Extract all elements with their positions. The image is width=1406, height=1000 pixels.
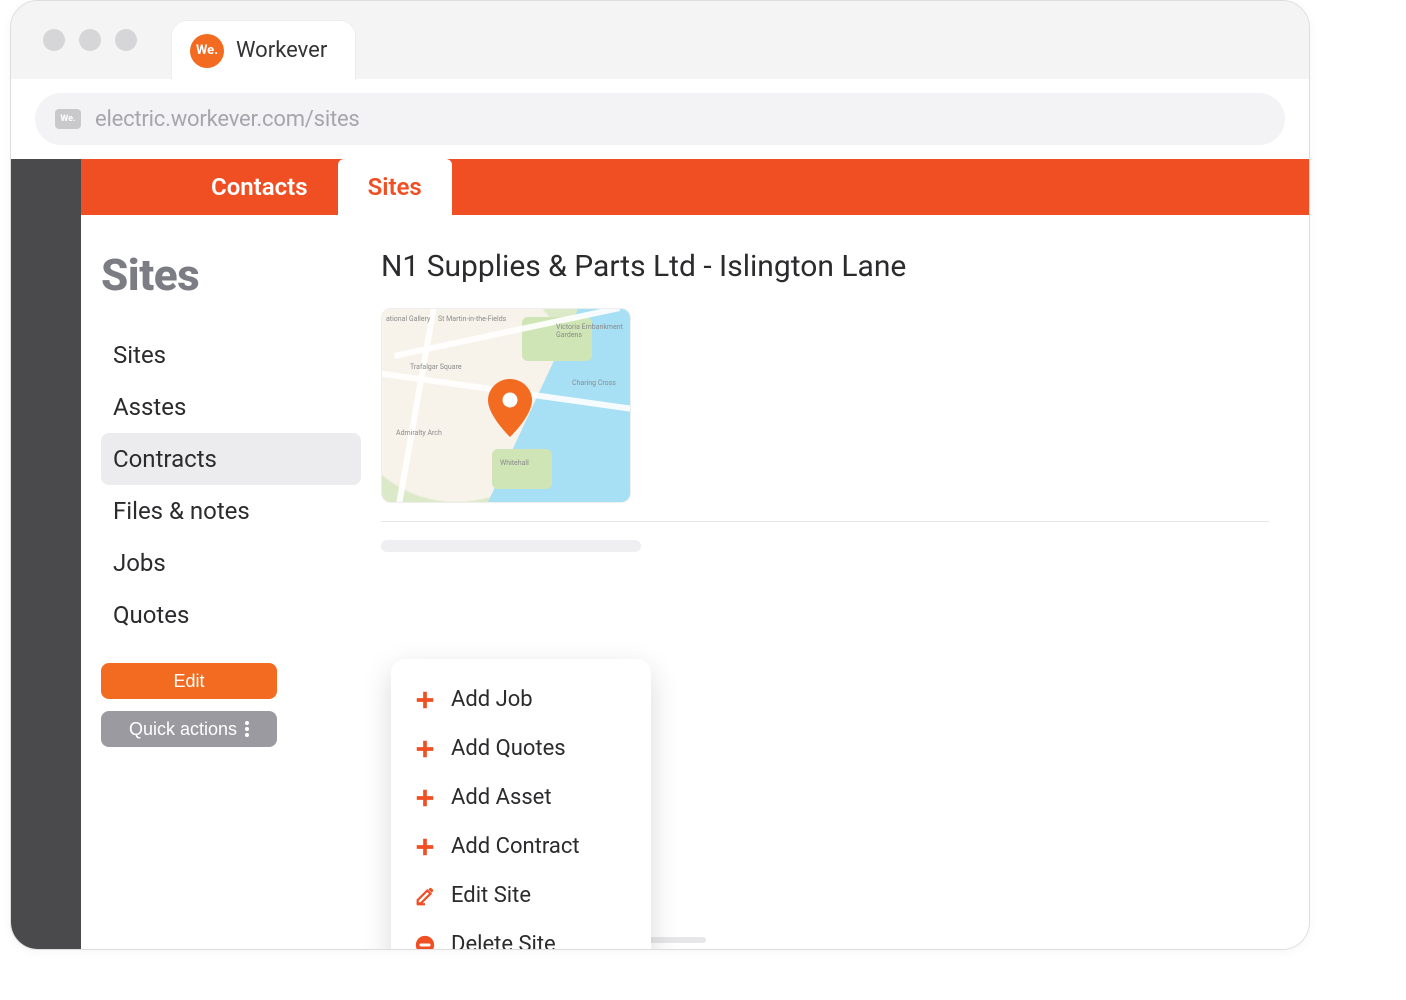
window-min-dot[interactable] (79, 29, 101, 51)
site-identity-text: We. (60, 114, 75, 124)
sidebar-item-jobs[interactable]: Jobs (101, 537, 361, 589)
plus-icon (413, 737, 437, 761)
edit-icon (413, 884, 437, 908)
section-heading: Sites (101, 249, 361, 301)
sidebar-item-quotes[interactable]: Quotes (101, 589, 361, 641)
map-label-admiralty: Admiralty Arch (396, 429, 442, 437)
menu-item-label: Add Asset (451, 785, 552, 810)
map-label-gardens: Victoria Embankment Gardens (556, 323, 630, 339)
sidebar-item-label: Asstes (113, 393, 186, 421)
plus-icon (413, 688, 437, 712)
menu-item-add-asset[interactable]: Add Asset (401, 773, 641, 822)
page-title: N1 Supplies & Parts Ltd - Islington Lane (381, 249, 1269, 284)
main-area: Contacts Sites Sites Sites Asstes Contra… (81, 159, 1309, 949)
app-shell: Contacts Sites Sites Sites Asstes Contra… (11, 159, 1309, 949)
site-map[interactable]: ational Gallery St Martin-in-the-Fields … (381, 308, 631, 503)
menu-item-add-contract[interactable]: Add Contract (401, 822, 641, 871)
map-label-charing: Charing Cross (572, 379, 616, 387)
map-pin-icon (488, 379, 532, 437)
menu-item-delete-site[interactable]: Delete Site (401, 920, 641, 950)
map-park (492, 449, 552, 489)
menu-item-add-quotes[interactable]: Add Quotes (401, 724, 641, 773)
left-rail (11, 159, 81, 949)
sidebar-item-label: Files & notes (113, 497, 250, 525)
content-placeholder-bar (381, 540, 641, 552)
menu-item-label: Delete Site (451, 932, 556, 950)
quick-actions-menu: Add Job Add Quotes Add Asset (391, 659, 651, 950)
tab-favicon: We. (190, 34, 224, 68)
sidebar-item-label: Jobs (113, 549, 166, 577)
menu-item-add-job[interactable]: Add Job (401, 675, 641, 724)
content-body: Sites Sites Asstes Contracts Files & not… (81, 215, 1309, 949)
map-road (392, 308, 438, 503)
tab-contacts[interactable]: Contacts (181, 159, 338, 215)
map-label-gallery: ational Gallery (386, 315, 430, 323)
kebab-icon (245, 721, 249, 737)
map-label-trafalgar: Trafalgar Square (410, 363, 462, 371)
map-label-stmartin: St Martin-in-the-Fields (438, 315, 506, 323)
sidebar-item-files-notes[interactable]: Files & notes (101, 485, 361, 537)
map-label-whitehall: Whitehall (500, 459, 529, 467)
sidebar-nav: Sites Asstes Contracts Files & notes Job… (101, 329, 361, 641)
quick-actions-label: Quick actions (129, 719, 237, 740)
sidebar-item-label: Contracts (113, 445, 217, 473)
top-ribbon: Contacts Sites (81, 159, 1309, 215)
tab-sites[interactable]: Sites (338, 159, 452, 215)
menu-item-label: Edit Site (451, 883, 531, 908)
edit-button-label: Edit (173, 671, 204, 692)
urlbar[interactable]: We. electric.workever.com/sites (35, 93, 1285, 145)
window-controls (25, 1, 137, 79)
plus-icon (413, 786, 437, 810)
sidebar-item-sites[interactable]: Sites (101, 329, 361, 381)
tab-contacts-label: Contacts (211, 173, 308, 201)
edit-button[interactable]: Edit (101, 663, 277, 699)
sidebar-item-contracts[interactable]: Contracts (101, 433, 361, 485)
menu-item-edit-site[interactable]: Edit Site (401, 871, 641, 920)
sidebar-item-label: Quotes (113, 601, 189, 629)
menu-item-label: Add Job (451, 687, 533, 712)
sidebar-item-assets[interactable]: Asstes (101, 381, 361, 433)
browser-tab[interactable]: We. Workever (171, 20, 356, 80)
quick-actions-button[interactable]: Quick actions (101, 711, 277, 747)
urlbar-container: We. electric.workever.com/sites (11, 79, 1309, 159)
url-text: electric.workever.com/sites (95, 107, 360, 132)
divider (381, 521, 1269, 522)
menu-item-label: Add Quotes (451, 736, 566, 761)
plus-icon (413, 835, 437, 859)
window-max-dot[interactable] (115, 29, 137, 51)
tab-title: Workever (236, 38, 327, 63)
browser-topbar: We. Workever (11, 1, 1309, 79)
menu-item-label: Add Contract (451, 834, 580, 859)
browser-window: We. Workever We. electric.workever.com/s… (10, 0, 1310, 950)
tab-favicon-text: We. (196, 43, 218, 58)
tab-sites-label: Sites (368, 173, 422, 201)
window-close-dot[interactable] (43, 29, 65, 51)
site-identity-chip[interactable]: We. (55, 109, 81, 129)
sidebar-item-label: Sites (113, 341, 166, 369)
delete-icon (413, 933, 437, 951)
sidebar: Sites Sites Asstes Contracts Files & not… (81, 243, 361, 949)
